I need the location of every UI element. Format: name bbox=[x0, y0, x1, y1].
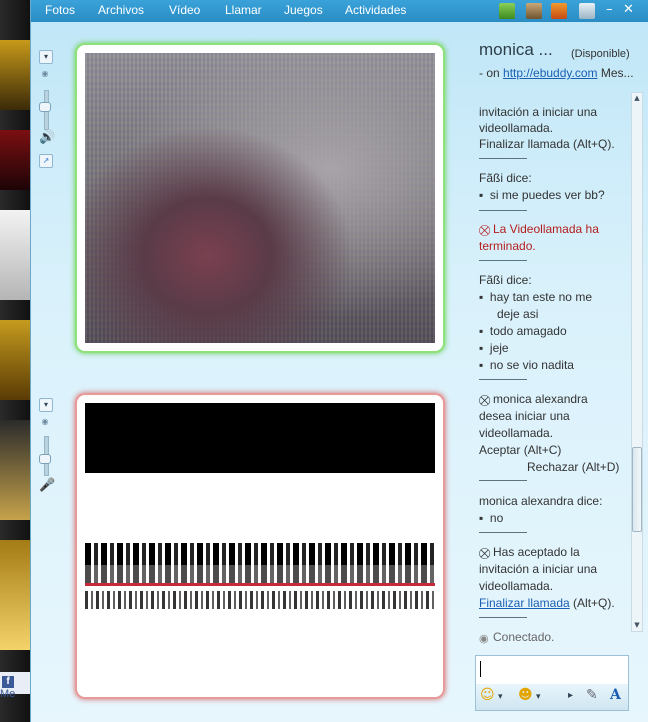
mic-slider-handle[interactable] bbox=[39, 454, 51, 464]
message-separator bbox=[479, 379, 527, 380]
video-red-line bbox=[85, 583, 435, 586]
chat-scrollbar[interactable]: ▲ ▼ bbox=[631, 92, 643, 632]
invite-message: desea iniciar una bbox=[479, 409, 570, 423]
invite-message: videollamada. bbox=[479, 426, 554, 440]
menu-fotos[interactable]: Fotos bbox=[45, 3, 75, 17]
system-message-line: Finalizar llamada (Alt+Q). bbox=[479, 137, 615, 151]
background-banner-6 bbox=[0, 540, 30, 650]
chevron-right-icon[interactable]: ▸ bbox=[568, 690, 573, 701]
background-banner-4 bbox=[0, 320, 30, 400]
connection-status: ◉ Conectado. bbox=[479, 630, 555, 645]
contact-name[interactable]: monica ... bbox=[479, 40, 553, 60]
background-banner-2 bbox=[0, 130, 30, 190]
menu-bar: Fotos Archivos Vídeo Llamar Juegos Activ… bbox=[31, 0, 648, 22]
call-ended-message: ⛒ La Videollamada ha bbox=[479, 222, 599, 237]
message-item: ▪ todo amagado bbox=[479, 324, 567, 338]
background-window-strip: fMe bbox=[0, 0, 30, 722]
scrollbar-thumb[interactable] bbox=[632, 447, 642, 532]
handwriting-icon[interactable]: ✎ bbox=[586, 687, 598, 703]
menu-actividades[interactable]: Actividades bbox=[345, 3, 406, 17]
accepted-message: invitación a iniciar una bbox=[479, 562, 598, 576]
close-button[interactable]: ✕ bbox=[623, 2, 634, 17]
message-input[interactable] bbox=[475, 655, 629, 685]
message-separator bbox=[479, 158, 527, 159]
menu-archivos[interactable]: Archivos bbox=[98, 3, 144, 17]
phone-icon[interactable] bbox=[499, 3, 515, 19]
end-call-link[interactable]: Finalizar llamada bbox=[479, 596, 570, 610]
text-caret bbox=[480, 661, 481, 677]
font-icon[interactable]: A bbox=[610, 687, 621, 703]
remote-video-controls: ▾ ◉ 🔊 ↗ bbox=[39, 50, 55, 170]
system-message-line: videollamada. bbox=[479, 121, 554, 135]
message-separator bbox=[479, 617, 527, 618]
webcam-icon: ◉ bbox=[479, 633, 489, 645]
scrollbar-track[interactable] bbox=[631, 92, 643, 632]
facebook-icon: f bbox=[2, 676, 14, 688]
message-item: ▪ no bbox=[479, 511, 504, 525]
message-separator bbox=[479, 260, 527, 261]
personal-message-link[interactable]: http://ebuddy.com bbox=[503, 66, 598, 80]
messenger-conversation-window: Fotos Archivos Vídeo Llamar Juegos Activ… bbox=[30, 0, 648, 722]
message-separator bbox=[479, 210, 527, 211]
remote-video-feed bbox=[85, 53, 435, 343]
speaker-icon[interactable]: 🔊 bbox=[39, 130, 55, 145]
message-item: ▪ hay tan este no me bbox=[479, 290, 592, 304]
popout-icon[interactable]: ↗ bbox=[39, 154, 53, 168]
accept-call-link[interactable]: Aceptar (Alt+C) bbox=[479, 443, 561, 457]
menu-llamar[interactable]: Llamar bbox=[225, 3, 262, 17]
call-ended-message: terminado. bbox=[479, 239, 536, 253]
chevron-down-icon[interactable]: ▾ bbox=[39, 398, 53, 412]
volume-slider-handle[interactable] bbox=[39, 102, 51, 112]
background-banner-5 bbox=[0, 420, 30, 520]
chat-history: invitación a iniciar una videollamada. F… bbox=[479, 100, 629, 650]
system-message-line: invitación a iniciar una bbox=[479, 105, 598, 119]
emoticon-icon[interactable]: ☺ bbox=[480, 687, 495, 703]
background-banner-1 bbox=[0, 40, 30, 110]
video-noise-band bbox=[85, 561, 435, 583]
microphone-icon[interactable]: 🎤 bbox=[39, 478, 55, 493]
message-item: ▪ no se vio nadita bbox=[479, 358, 574, 372]
local-video-frame bbox=[77, 395, 443, 697]
accepted-message: ⛒ Has aceptado la bbox=[479, 545, 580, 560]
end-call-line: Finalizar llamada (Alt+Q). bbox=[479, 596, 615, 610]
pen-icon[interactable] bbox=[579, 3, 595, 19]
reject-call-link[interactable]: Rechazar (Alt+D) bbox=[527, 460, 619, 474]
chevron-down-icon[interactable]: ▾ bbox=[536, 692, 541, 702]
input-toolbar: ☺ ▾ ☻ ▾ ▸ ✎ A bbox=[475, 684, 629, 711]
video-black-band bbox=[85, 403, 435, 473]
accepted-message: videollamada. bbox=[479, 579, 554, 593]
contact-status: (Disponible) bbox=[571, 48, 630, 60]
webcam-icon: ⛒ bbox=[479, 548, 491, 560]
message-separator bbox=[479, 532, 527, 533]
minimize-button[interactable]: – bbox=[606, 2, 613, 17]
menu-juegos[interactable]: Juegos bbox=[284, 3, 323, 17]
chevron-down-icon[interactable]: ▾ bbox=[39, 50, 53, 64]
wink-icon[interactable]: ☻ bbox=[518, 687, 533, 703]
local-video-feed bbox=[85, 403, 435, 689]
personal-message: - on http://ebuddy.com Mes... bbox=[479, 66, 634, 80]
gift-icon[interactable] bbox=[551, 3, 567, 19]
menu-video[interactable]: Vídeo bbox=[169, 3, 200, 17]
games-icon[interactable] bbox=[526, 3, 542, 19]
facebook-badge: fMe bbox=[0, 672, 30, 700]
remote-video-frame bbox=[77, 45, 443, 351]
message-item: ▪ jeje bbox=[479, 341, 509, 355]
webcam-icon[interactable]: ◉ bbox=[39, 416, 51, 428]
sender-label: monica alexandra dice: bbox=[479, 494, 603, 508]
local-video-controls: ▾ ◉ 🎤 bbox=[39, 398, 55, 498]
message-separator bbox=[479, 480, 527, 481]
message-item: ▪ si me puedes ver bb? bbox=[479, 188, 605, 202]
scroll-down-arrow-icon[interactable]: ▼ bbox=[632, 620, 642, 630]
webcam-icon: ⛒ bbox=[479, 395, 491, 407]
video-noise-dots bbox=[85, 591, 435, 609]
background-banner-3 bbox=[0, 210, 30, 300]
webcam-icon[interactable]: ◉ bbox=[39, 68, 51, 80]
scroll-up-arrow-icon[interactable]: ▲ bbox=[632, 93, 642, 103]
webcam-icon: ⛒ bbox=[479, 225, 491, 237]
chevron-down-icon[interactable]: ▾ bbox=[498, 692, 503, 702]
message-item-continued: deje asi bbox=[497, 307, 539, 321]
invite-message: ⛒ monica alexandra bbox=[479, 392, 588, 407]
sender-label: Fãßi dice: bbox=[479, 273, 532, 287]
sender-label: Fãßi dice: bbox=[479, 171, 532, 185]
